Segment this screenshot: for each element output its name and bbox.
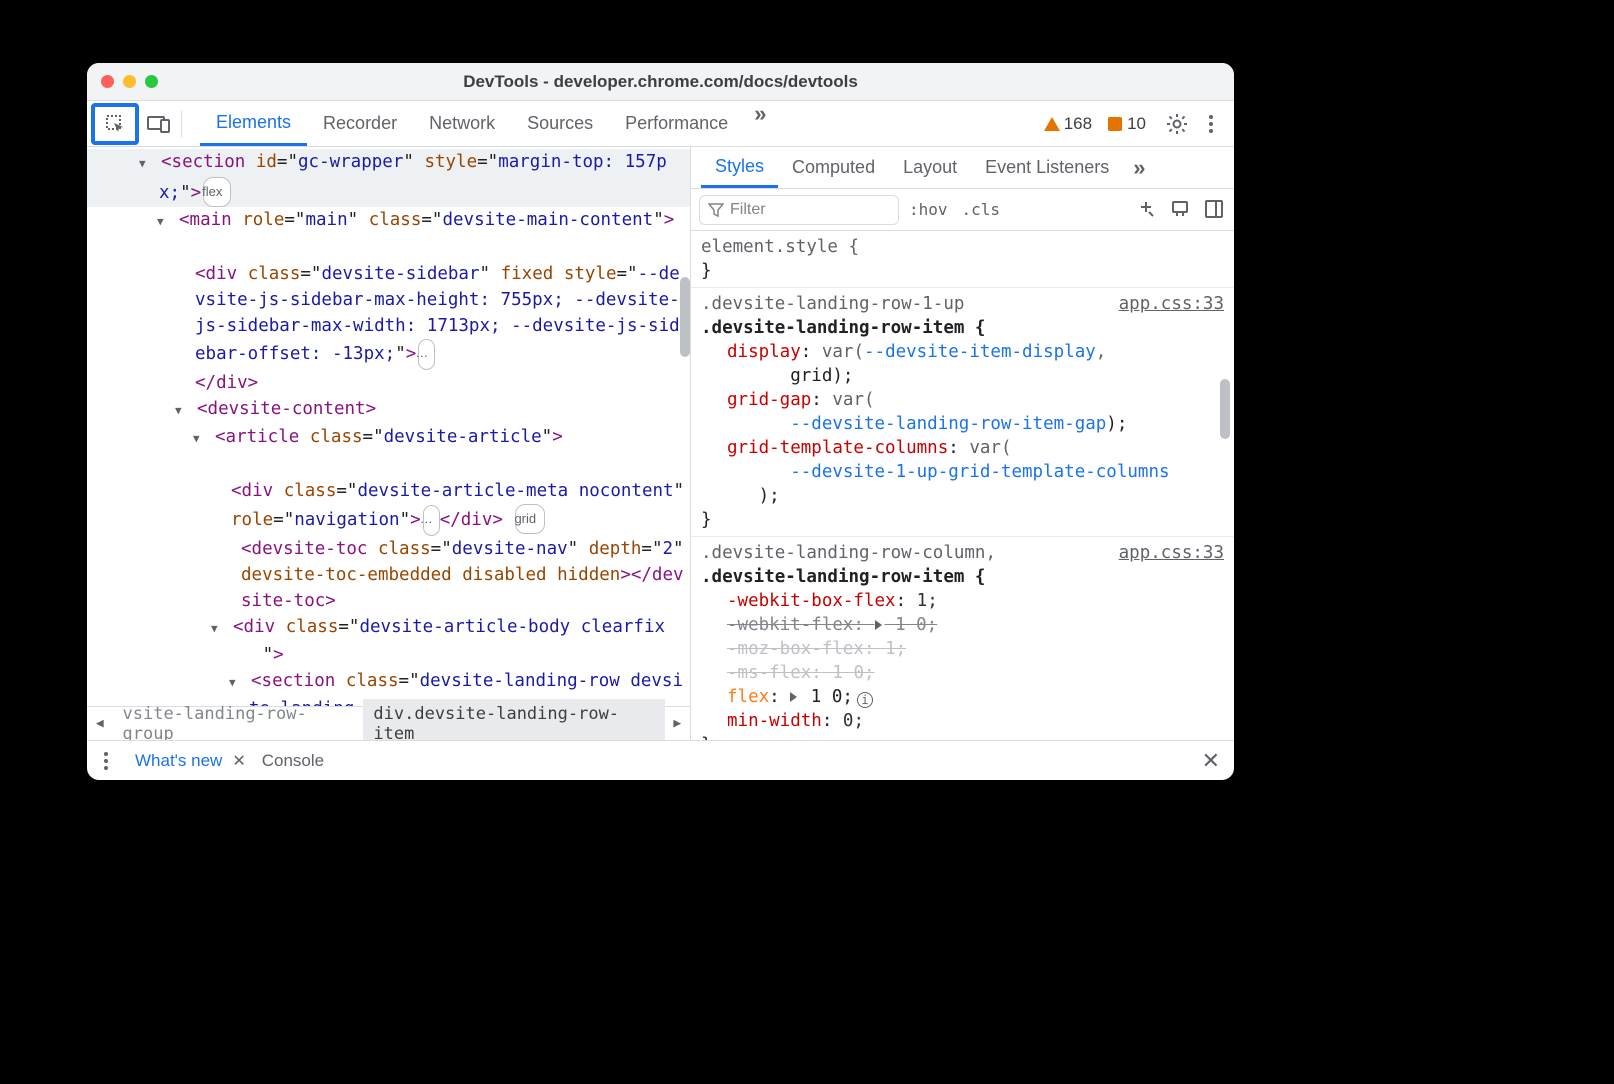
hov-toggle[interactable]: :hov	[905, 200, 952, 219]
dom-tree[interactable]: <section id="gc-wrapper" style="margin-t…	[87, 147, 690, 706]
ellipsis-badge[interactable]: …	[418, 339, 435, 370]
device-toolbar-icon[interactable]	[145, 110, 173, 138]
expand-arrow-icon[interactable]	[203, 424, 215, 452]
tab-sources[interactable]: Sources	[511, 101, 609, 146]
inspect-highlight	[91, 103, 139, 145]
main-toolbar: Elements Recorder Network Sources Perfor…	[87, 101, 1234, 147]
expand-arrow-icon[interactable]	[185, 396, 197, 424]
dom-node-sidebar[interactable]: <div class="devsite-sidebar" fixed style…	[87, 235, 690, 396]
tab-layout[interactable]: Layout	[889, 147, 971, 188]
source-link[interactable]: app.css:33	[1119, 541, 1224, 565]
tab-elements[interactable]: Elements	[200, 101, 307, 146]
tab-network[interactable]: Network	[413, 101, 511, 146]
tab-styles[interactable]: Styles	[701, 147, 778, 188]
rule-landing-row-column[interactable]: app.css:33 .devsite-landing-row-column, …	[691, 537, 1234, 740]
filter-placeholder: Filter	[730, 201, 766, 219]
sidebar-tabs: Styles Computed Layout Event Listeners »	[691, 147, 1234, 189]
more-sidebar-tabs-icon[interactable]: »	[1123, 155, 1153, 181]
filter-input[interactable]: Filter	[699, 195, 899, 225]
vertical-scrollbar[interactable]	[1220, 379, 1230, 439]
tab-event-listeners[interactable]: Event Listeners	[971, 147, 1123, 188]
titlebar: DevTools - developer.chrome.com/docs/dev…	[87, 63, 1234, 101]
vertical-scrollbar[interactable]	[680, 277, 690, 357]
dom-node-article-body[interactable]: <div class="devsite-article-body clearfi…	[87, 614, 690, 668]
breadcrumb-item-prev[interactable]: vsite-landing-row-group	[113, 699, 364, 741]
tab-recorder[interactable]: Recorder	[307, 101, 413, 146]
drawer: What's new ✕ Console ✕	[87, 740, 1234, 780]
main-tabs: Elements Recorder Network Sources Perfor…	[200, 101, 774, 146]
drawer-tab-whats-new[interactable]: What's new ✕	[127, 751, 254, 771]
drawer-menu-kebab-icon[interactable]	[95, 752, 117, 770]
rule-landing-row-1up[interactable]: app.css:33 .devsite-landing-row-1-up .de…	[691, 288, 1234, 537]
tab-performance[interactable]: Performance	[609, 101, 744, 146]
breadcrumb: ◀ vsite-landing-row-group div.devsite-la…	[87, 706, 690, 740]
tab-computed[interactable]: Computed	[778, 147, 889, 188]
grid-badge[interactable]: grid	[515, 504, 545, 534]
ellipsis-badge[interactable]: …	[423, 505, 440, 536]
copy-styles-icon[interactable]	[1170, 199, 1192, 221]
new-style-rule-icon[interactable]	[1136, 199, 1158, 221]
breadcrumb-scroll-left-icon[interactable]: ◀	[87, 716, 113, 731]
drawer-tab-console[interactable]: Console	[254, 751, 332, 771]
more-tabs-icon[interactable]: »	[744, 101, 774, 146]
styles-filter-bar: Filter :hov .cls	[691, 189, 1234, 231]
styles-panel: Styles Computed Layout Event Listeners »…	[691, 147, 1234, 740]
breadcrumb-item-current[interactable]: div.devsite-landing-row-item	[363, 699, 664, 741]
warning-icon	[1043, 115, 1061, 133]
settings-gear-icon[interactable]	[1166, 113, 1188, 135]
expand-arrow-icon[interactable]	[221, 614, 233, 642]
css-rules[interactable]: element.style { } app.css:33 .devsite-la…	[691, 231, 1234, 740]
close-tab-icon[interactable]: ✕	[232, 751, 245, 771]
expand-arrow-icon[interactable]	[195, 235, 207, 261]
issue-icon	[1106, 115, 1124, 133]
main-menu-kebab-icon[interactable]	[1200, 115, 1222, 133]
inspect-element-icon[interactable]	[101, 110, 129, 138]
close-drawer-icon[interactable]: ✕	[1202, 748, 1226, 774]
minimize-window-button[interactable]	[123, 75, 136, 88]
dom-node-section[interactable]: <section id="gc-wrapper" style="margin-t…	[87, 149, 690, 207]
dom-node-article[interactable]: <article class="devsite-article">	[87, 424, 690, 452]
traffic-lights	[87, 75, 158, 88]
toolbar-right: 168 10	[1043, 113, 1228, 135]
warnings-count: 168	[1064, 114, 1092, 134]
info-icon[interactable]: i	[857, 692, 873, 708]
cls-toggle[interactable]: .cls	[958, 200, 1005, 219]
separator	[181, 111, 182, 137]
issues-badge[interactable]: 10	[1106, 114, 1146, 134]
source-link[interactable]: app.css:33	[1119, 292, 1224, 316]
computed-pane-icon[interactable]	[1204, 199, 1226, 221]
expand-arrow-icon[interactable]	[149, 149, 161, 177]
expand-arrow-icon[interactable]	[239, 668, 251, 696]
dom-node-toc[interactable]: <devsite-toc class="devsite-nav" depth="…	[87, 536, 690, 614]
dom-node-devsite-content[interactable]: <devsite-content>	[87, 396, 690, 424]
dom-node-article-meta[interactable]: <div class="devsite-article-meta noconte…	[87, 452, 690, 536]
warnings-badge[interactable]: 168	[1043, 114, 1092, 134]
window-title: DevTools - developer.chrome.com/docs/dev…	[87, 72, 1234, 92]
breadcrumb-scroll-right-icon[interactable]: ▶	[665, 716, 691, 731]
dom-node-main[interactable]: <main role="main" class="devsite-main-co…	[87, 207, 690, 235]
issues-count: 10	[1127, 114, 1146, 134]
expand-arrow-icon[interactable]	[167, 207, 179, 235]
filter-icon	[708, 202, 724, 218]
devtools-window: DevTools - developer.chrome.com/docs/dev…	[87, 63, 1234, 780]
flex-badge[interactable]: flex	[203, 177, 231, 207]
styles-action-icons	[1136, 199, 1226, 221]
elements-panel: <section id="gc-wrapper" style="margin-t…	[87, 147, 691, 740]
rule-element-style[interactable]: element.style { }	[691, 231, 1234, 288]
maximize-window-button[interactable]	[145, 75, 158, 88]
content: <section id="gc-wrapper" style="margin-t…	[87, 147, 1234, 740]
close-window-button[interactable]	[101, 75, 114, 88]
expand-arrow-icon[interactable]	[231, 452, 243, 478]
